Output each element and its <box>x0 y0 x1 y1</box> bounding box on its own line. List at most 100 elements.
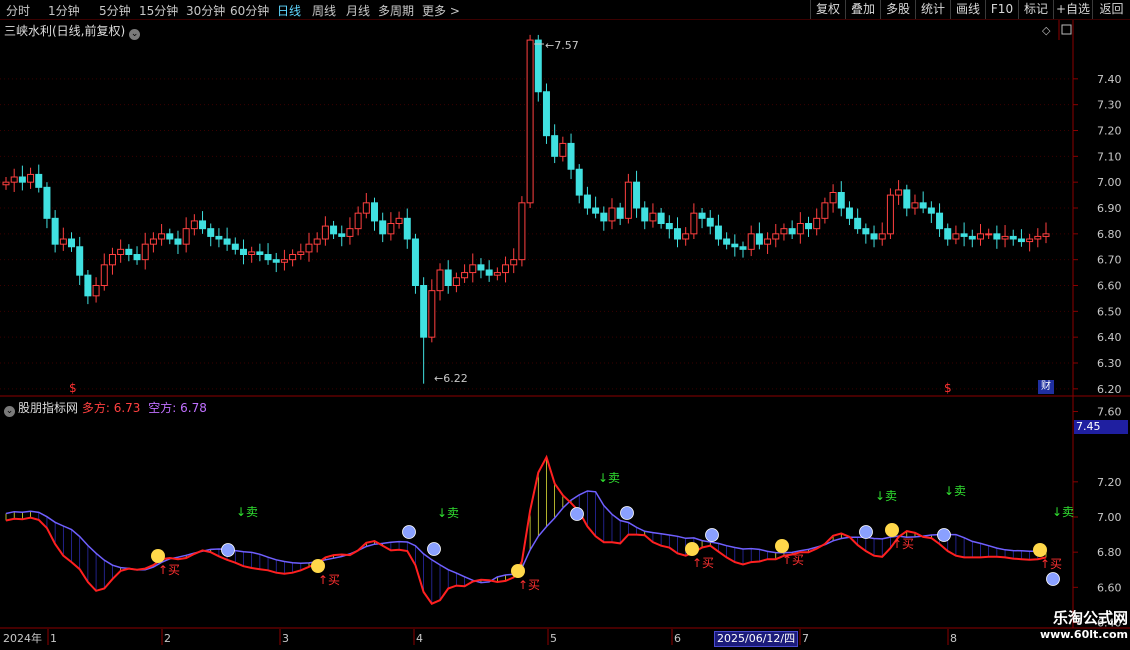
candle-body <box>51 217 59 245</box>
candle-body <box>714 225 722 240</box>
candle-body <box>379 220 387 235</box>
candle-body <box>43 186 51 219</box>
candle-body <box>698 212 706 219</box>
candle-body <box>886 194 894 235</box>
month-label: 7 <box>802 632 809 645</box>
price-tick-label: 7.30 <box>1097 99 1122 112</box>
sell-label: ↓卖 <box>437 506 459 520</box>
indicator-tick-label: 7.20 <box>1097 476 1122 489</box>
price-tick-label: 6.70 <box>1097 254 1122 267</box>
date-axis: 2024年 1 2 3 4 5 6 7 8 <box>3 629 957 645</box>
smile-icon <box>511 564 525 578</box>
sell-label: ↓卖 <box>236 505 258 519</box>
candle-body <box>739 246 747 250</box>
candle-body <box>731 243 739 248</box>
price-tick-label: 6.50 <box>1097 305 1122 318</box>
month-label: 2 <box>164 632 171 645</box>
candle-body <box>239 248 247 255</box>
chevron-down-icon[interactable]: ⌄ <box>129 29 141 40</box>
candle-body <box>551 135 559 157</box>
month-label: 4 <box>416 632 423 645</box>
buy-label: ↑买 <box>1040 557 1062 571</box>
candle-body <box>18 176 26 183</box>
candle-body <box>952 233 960 240</box>
candle-body <box>608 207 616 222</box>
candle-body <box>199 220 207 230</box>
candle-body <box>141 243 149 261</box>
candle-body <box>936 212 944 230</box>
watermark: 乐淘公式网 www.60lt.com <box>990 607 1128 647</box>
candle-body <box>420 285 428 338</box>
sad-icon <box>402 525 416 539</box>
candle-body <box>223 238 231 245</box>
svg-text:←7.57: ←7.57 <box>545 39 579 52</box>
candle-body <box>108 254 116 266</box>
candle-body <box>215 235 223 240</box>
candle-body <box>878 233 886 240</box>
sad-icon <box>705 528 719 542</box>
candle-body <box>780 228 788 235</box>
month-label: 5 <box>550 632 557 645</box>
candle-body <box>583 194 591 209</box>
event-marker-s-2[interactable]: $ <box>944 381 952 395</box>
candle-body <box>919 202 927 209</box>
candle-body <box>706 217 714 227</box>
price-tick-label: 7.40 <box>1097 73 1122 86</box>
candle-body <box>821 202 829 219</box>
smile-icon <box>775 539 789 553</box>
chevron-down-icon[interactable]: ⌄ <box>4 406 15 417</box>
candle-body <box>387 223 395 235</box>
candle-body <box>682 233 690 240</box>
candle-body <box>502 264 510 274</box>
candle-body <box>968 235 976 240</box>
buy-label: ↑买 <box>158 563 180 577</box>
candle-body <box>436 269 444 292</box>
candle-body <box>985 233 993 236</box>
candle-body <box>411 238 419 286</box>
diamond-icon[interactable]: ◇ <box>1042 24 1051 37</box>
price-tick-label: 6.80 <box>1097 228 1122 241</box>
finance-badge[interactable]: 财 <box>1038 380 1054 394</box>
candle-body <box>895 189 903 196</box>
candle-body <box>321 225 329 240</box>
sell-label: ↓卖 <box>598 471 620 485</box>
candle-body <box>76 246 84 276</box>
candle-body <box>10 176 18 183</box>
candle-body <box>788 228 796 235</box>
candle-body <box>862 228 870 235</box>
candle-body <box>272 259 280 263</box>
price-tick-label: 6.40 <box>1097 331 1122 344</box>
candle-body <box>149 238 157 245</box>
candle-body <box>68 238 76 248</box>
candle-body <box>117 248 125 255</box>
candle-body <box>493 272 501 276</box>
long-value: 6.73 <box>113 401 141 415</box>
candle-body <box>805 223 813 230</box>
candle-body <box>371 202 379 222</box>
candle-body <box>1034 235 1042 240</box>
candle-body <box>289 254 297 261</box>
price-tick-label: 6.90 <box>1097 202 1122 215</box>
candle-body <box>27 173 35 183</box>
candle-body <box>403 217 411 240</box>
watermark-url: www.60lt.com <box>1039 628 1128 641</box>
buy-label: ↑买 <box>782 553 804 567</box>
candle-body <box>649 212 657 222</box>
year-label: 2024年 <box>3 631 42 645</box>
candle-body <box>764 238 772 245</box>
candle-body <box>231 243 239 250</box>
candlesticks <box>2 34 1050 384</box>
candle-body <box>624 181 632 219</box>
watermark-title: 乐淘公式网 <box>1052 609 1128 627</box>
current-price-tag: 7.45 <box>1074 420 1128 434</box>
smile-icon <box>151 549 165 563</box>
candle-body <box>854 217 862 230</box>
candle-body <box>362 202 370 214</box>
candle-body <box>313 238 321 245</box>
chart-canvas[interactable]: 7.40 7.30 7.20 7.10 7.00 6.90 6.80 6.70 6.60 6.50… <box>0 0 1130 650</box>
event-marker-s[interactable]: $ <box>69 381 77 395</box>
indicator-tick-label: 7.00 <box>1097 511 1122 524</box>
long-label: 多方: <box>81 401 110 415</box>
sell-label: ↓卖 <box>1052 505 1074 519</box>
maximize-icon[interactable] <box>1061 24 1072 35</box>
